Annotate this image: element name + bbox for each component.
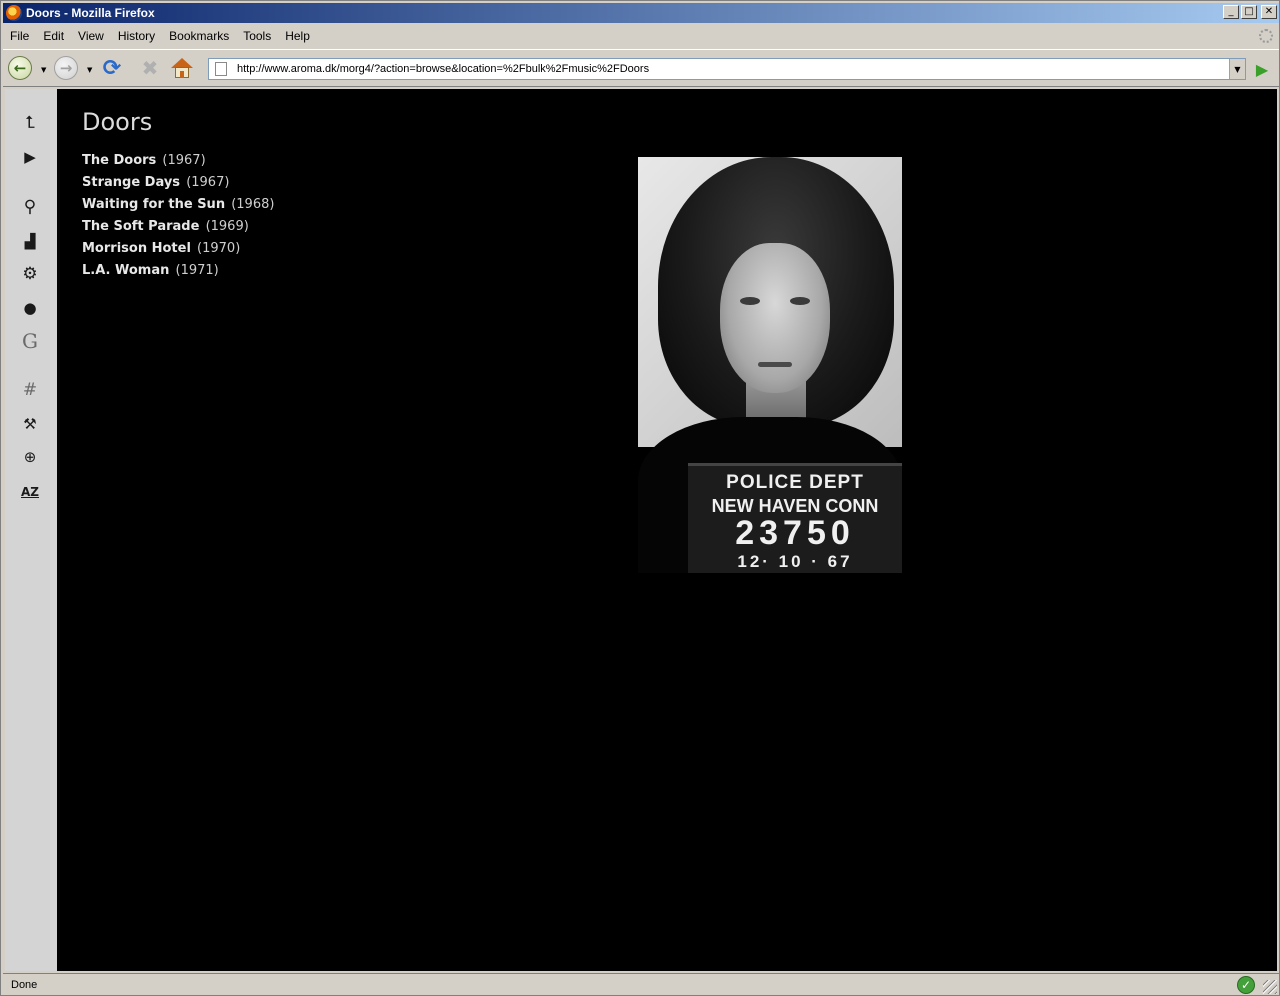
- browser-window: Doors - Mozilla Firefox _ □ ✕ File Edit …: [0, 0, 1280, 996]
- menu-help[interactable]: Help: [278, 29, 317, 43]
- maximize-button[interactable]: □: [1241, 5, 1257, 19]
- album-link[interactable]: The Doors: [82, 153, 156, 168]
- theme-icon[interactable]: ●: [17, 296, 43, 320]
- stop-icon: ✖: [141, 56, 159, 80]
- placard-line-1: POLICE DEPT: [726, 472, 864, 493]
- list-item: Strange Days (1967): [82, 175, 274, 197]
- list-item: L.A. Woman (1971): [82, 263, 274, 285]
- back-history-dropdown[interactable]: ▼: [41, 66, 46, 74]
- page-title: Doors: [82, 108, 153, 136]
- album-link[interactable]: Strange Days: [82, 175, 180, 190]
- navigation-toolbar: ← ▼ → ▼ ⟳ ✖ http://www.aroma.dk/morg4/?a…: [3, 49, 1279, 87]
- photo-face: [720, 243, 830, 393]
- go-button[interactable]: ▶: [1253, 59, 1271, 79]
- url-history-dropdown[interactable]: ▼: [1229, 59, 1245, 79]
- window-title: Doors - Mozilla Firefox: [26, 6, 155, 20]
- forward-button[interactable]: →: [53, 55, 79, 81]
- placard-line-4: 12· 10 · 67: [737, 552, 853, 571]
- album-year: (1968): [231, 197, 275, 212]
- resize-grip[interactable]: [1263, 980, 1277, 994]
- page-icon: [215, 62, 227, 76]
- status-bar: Done ✓: [3, 973, 1279, 995]
- menu-edit[interactable]: Edit: [36, 29, 71, 43]
- title-bar: Doors - Mozilla Firefox _ □ ✕: [3, 3, 1279, 23]
- compass-icon[interactable]: ⊕: [17, 445, 43, 469]
- album-year: (1967): [162, 153, 206, 168]
- forward-history-dropdown[interactable]: ▼: [87, 66, 92, 74]
- album-link[interactable]: L.A. Woman: [82, 263, 169, 278]
- menu-file[interactable]: File: [3, 29, 36, 43]
- checkmark-icon: ✓: [1237, 976, 1255, 994]
- album-year: (1971): [175, 263, 219, 278]
- stats-icon[interactable]: ▟: [17, 230, 43, 254]
- home-icon: [171, 58, 193, 78]
- menu-bar: File Edit View History Bookmarks Tools H…: [3, 25, 1279, 47]
- menu-history[interactable]: History: [111, 29, 162, 43]
- list-item: The Soft Parade (1969): [82, 219, 274, 241]
- main-panel: Doors The Doors (1967) Strange Days (196…: [57, 89, 1277, 971]
- mugshot-placard: POLICE DEPT NEW HAVEN CONN 23750 12· 10 …: [688, 463, 902, 573]
- hash-icon[interactable]: #: [17, 378, 43, 402]
- back-icon: ←: [8, 56, 32, 80]
- menu-tools[interactable]: Tools: [236, 29, 278, 43]
- window-controls: _ □ ✕: [1223, 5, 1277, 19]
- album-link[interactable]: The Soft Parade: [82, 219, 199, 234]
- go-icon: ▶: [1255, 59, 1269, 79]
- forward-icon: →: [54, 56, 78, 80]
- placard-line-3: 23750: [735, 514, 855, 552]
- reload-button[interactable]: ⟳: [99, 55, 125, 81]
- tools-icon[interactable]: ⚒: [17, 412, 43, 436]
- close-button[interactable]: ✕: [1261, 5, 1277, 19]
- menu-bookmarks[interactable]: Bookmarks: [162, 29, 236, 43]
- menu-view[interactable]: View: [71, 29, 111, 43]
- status-text: Done: [11, 978, 38, 991]
- throbber-icon: [1259, 29, 1273, 43]
- search-icon[interactable]: ⚲: [17, 195, 43, 219]
- url-input[interactable]: http://www.aroma.dk/morg4/?action=browse…: [237, 63, 649, 75]
- album-year: (1970): [197, 241, 241, 256]
- address-bar[interactable]: http://www.aroma.dk/morg4/?action=browse…: [208, 58, 1246, 80]
- stop-button[interactable]: ✖: [137, 55, 163, 81]
- sidebar: ⮤ ▶ ⚲ ▟ ⚙ ● G # ⚒ ⊕ AZ: [5, 89, 57, 971]
- back-button[interactable]: ←: [7, 55, 33, 81]
- settings-icon[interactable]: ⚙: [17, 262, 43, 286]
- page-content: ⮤ ▶ ⚲ ▟ ⚙ ● G # ⚒ ⊕ AZ Doors The Doors (…: [5, 89, 1277, 971]
- album-link[interactable]: Morrison Hotel: [82, 241, 191, 256]
- album-year: (1969): [205, 219, 249, 234]
- sort-az-icon[interactable]: AZ: [17, 480, 43, 504]
- list-item: Morrison Hotel (1970): [82, 241, 274, 263]
- album-year: (1967): [186, 175, 230, 190]
- google-icon[interactable]: G: [17, 329, 43, 353]
- up-icon[interactable]: ⮤: [17, 111, 43, 135]
- home-button[interactable]: [169, 55, 195, 81]
- list-item: The Doors (1967): [82, 153, 274, 175]
- firefox-logo-icon: [6, 5, 22, 21]
- album-list: The Doors (1967) Strange Days (1967) Wai…: [82, 153, 274, 285]
- artist-photo: POLICE DEPT NEW HAVEN CONN 23750 12· 10 …: [638, 157, 902, 573]
- list-item: Waiting for the Sun (1968): [82, 197, 274, 219]
- reload-icon: ⟳: [102, 55, 122, 81]
- album-link[interactable]: Waiting for the Sun: [82, 197, 225, 212]
- minimize-button[interactable]: _: [1223, 5, 1239, 19]
- play-icon[interactable]: ▶: [17, 145, 43, 169]
